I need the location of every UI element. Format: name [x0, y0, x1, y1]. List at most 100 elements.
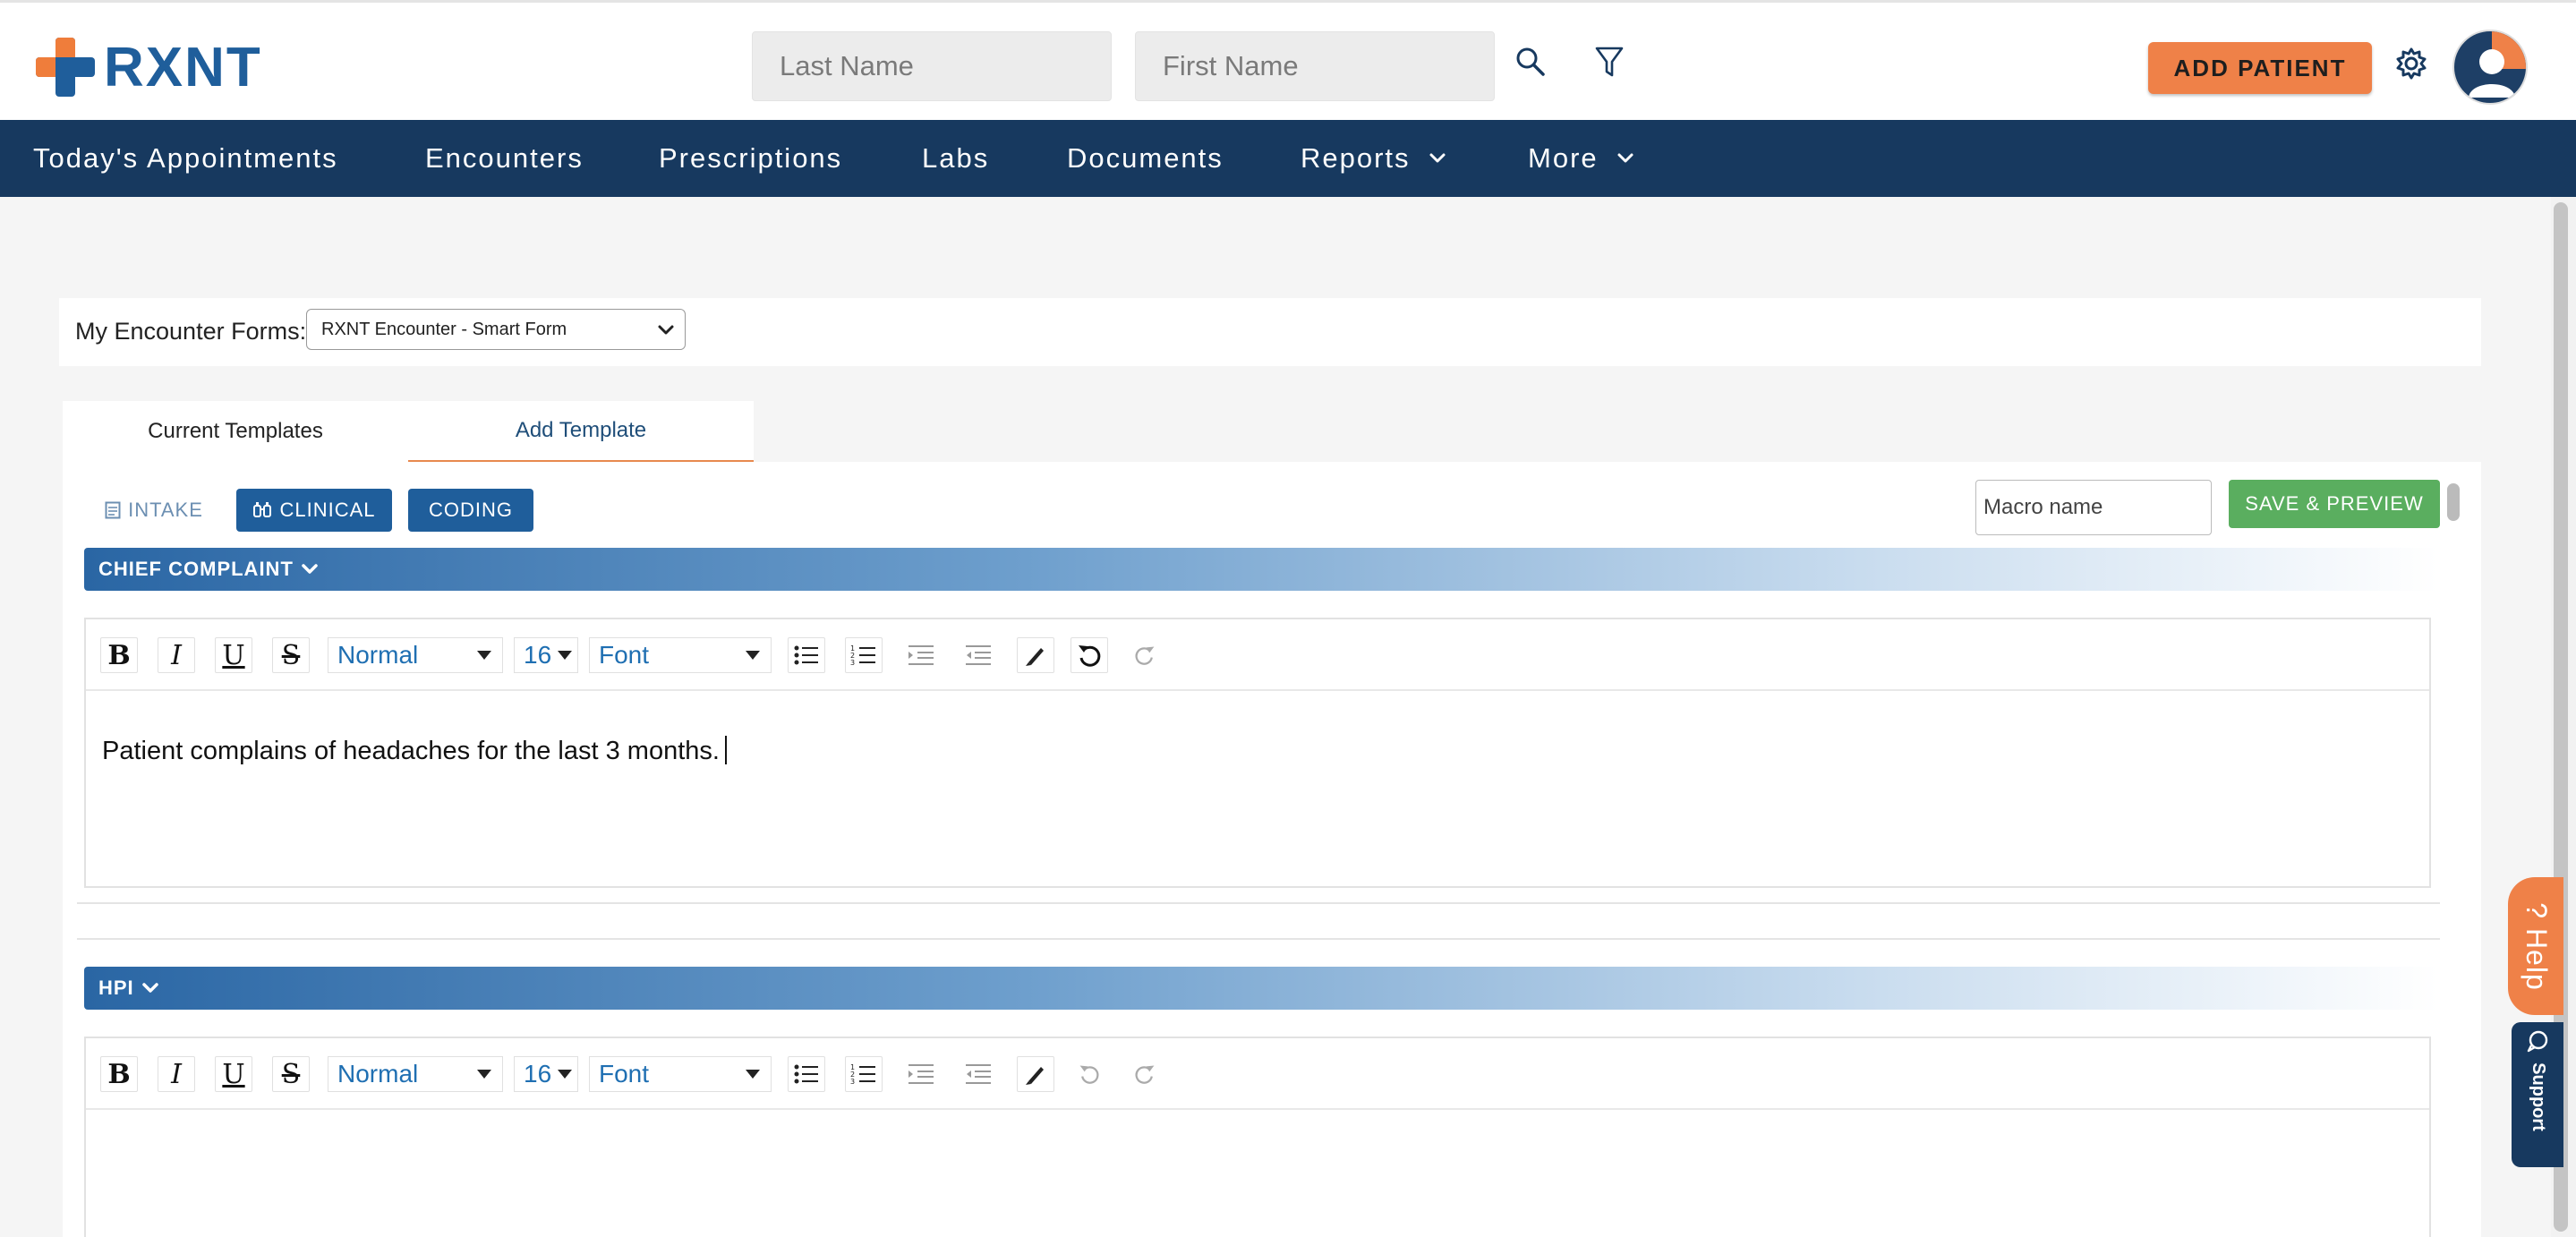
- encounter-forms-label: My Encounter Forms:: [75, 318, 307, 345]
- top-header: RXNT ADD PATIENT: [0, 0, 2576, 120]
- user-avatar[interactable]: [2452, 30, 2528, 105]
- add-patient-button[interactable]: ADD PATIENT: [2148, 42, 2372, 94]
- size-value: 16: [524, 1060, 552, 1088]
- numbered-list-icon[interactable]: 123: [845, 637, 883, 673]
- underline-button[interactable]: U: [215, 1056, 252, 1092]
- indent-icon[interactable]: [902, 1056, 940, 1092]
- underline-button[interactable]: U: [215, 637, 252, 673]
- chevron-down-icon: [1617, 153, 1633, 163]
- chief-complaint-text: Patient complains of headaches for the l…: [102, 737, 720, 765]
- font-family-dropdown[interactable]: Font: [589, 1056, 772, 1092]
- macro-name-input[interactable]: [1975, 480, 2212, 535]
- nav-label: Labs: [922, 142, 990, 174]
- section-title: HPI: [98, 977, 134, 999]
- highlighter-icon[interactable]: [1017, 637, 1054, 673]
- outdent-icon[interactable]: [960, 1056, 997, 1092]
- italic-button[interactable]: I: [158, 637, 195, 673]
- binoculars-icon: [253, 502, 272, 517]
- bold-button[interactable]: B: [100, 1056, 138, 1092]
- section-divider: [77, 902, 2440, 940]
- panel-scrollbar-thumb[interactable]: [2447, 483, 2460, 521]
- chevron-down-icon: [141, 983, 158, 993]
- nav-label: Today's Appointments: [33, 142, 338, 174]
- font-size-dropdown[interactable]: 16: [514, 637, 578, 673]
- nav-label: Encounters: [425, 142, 584, 174]
- nav-documents[interactable]: Documents: [1067, 120, 1224, 197]
- nav-label: More: [1528, 142, 1599, 174]
- intake-button[interactable]: INTAKE: [100, 489, 208, 532]
- chief-complaint-text-area[interactable]: Patient complains of headaches for the l…: [86, 691, 2429, 766]
- nav-reports[interactable]: Reports: [1301, 120, 1448, 197]
- nav-prescriptions[interactable]: Prescriptions: [659, 120, 842, 197]
- hpi-text-area[interactable]: [86, 1110, 2429, 1155]
- support-label: Support: [2528, 1062, 2548, 1131]
- svg-text:3: 3: [850, 659, 855, 667]
- undo-icon[interactable]: [1070, 637, 1108, 673]
- strikethrough-button[interactable]: S: [272, 637, 310, 673]
- nav-label: Reports: [1301, 142, 1411, 174]
- italic-button[interactable]: I: [158, 1056, 195, 1092]
- bold-button[interactable]: B: [100, 637, 138, 673]
- last-name-input[interactable]: [752, 31, 1112, 101]
- encounter-form-selected: RXNT Encounter - Smart Form: [321, 319, 567, 339]
- redo-icon[interactable]: [1126, 637, 1164, 673]
- hpi-header[interactable]: HPI: [84, 967, 2438, 1010]
- highlighter-icon[interactable]: [1017, 1056, 1054, 1092]
- nav-encounters[interactable]: Encounters: [425, 120, 584, 197]
- clinical-label: CLINICAL: [279, 499, 376, 521]
- paragraph-style-dropdown[interactable]: Normal: [328, 1056, 503, 1092]
- svg-text:3: 3: [850, 1078, 855, 1086]
- outdent-icon[interactable]: [960, 637, 997, 673]
- font-family-dropdown[interactable]: Font: [589, 637, 772, 673]
- chief-complaint-header[interactable]: CHIEF COMPLAINT: [84, 548, 2438, 591]
- encounter-forms-bar: My Encounter Forms: RXNT Encounter - Sma…: [59, 298, 2481, 366]
- first-name-input[interactable]: [1135, 31, 1495, 101]
- nav-more[interactable]: More: [1528, 120, 1636, 197]
- intake-label: INTAKE: [128, 499, 203, 521]
- font-value: Font: [599, 1060, 650, 1088]
- font-size-dropdown[interactable]: 16: [514, 1056, 578, 1092]
- editor-toolbar: B I U S Normal 16 Font 123: [86, 1038, 2429, 1110]
- editor-toolbar: B I U S Normal 16 Font 123: [86, 619, 2429, 691]
- chevron-down-icon: [1429, 153, 1446, 163]
- filter-icon[interactable]: [1591, 44, 1627, 81]
- logo-cross-icon: [36, 38, 95, 97]
- chat-bubble-icon: [2527, 1030, 2548, 1053]
- style-value: Normal: [337, 641, 419, 669]
- main-nav: Today's Appointments Encounters Prescrip…: [0, 120, 2576, 197]
- size-value: 16: [524, 641, 552, 669]
- text-cursor: [724, 736, 727, 764]
- clinical-button[interactable]: CLINICAL: [236, 489, 392, 532]
- template-tabs: Current Templates Add Template: [63, 401, 754, 462]
- bullet-list-icon[interactable]: [788, 1056, 825, 1092]
- encounter-form-select[interactable]: RXNT Encounter - Smart Form: [306, 309, 686, 350]
- redo-icon[interactable]: [1126, 1056, 1164, 1092]
- hpi-editor: B I U S Normal 16 Font 123: [84, 1037, 2431, 1237]
- nav-label: Documents: [1067, 142, 1224, 174]
- nav-labs[interactable]: Labs: [922, 120, 989, 197]
- style-value: Normal: [337, 1060, 419, 1088]
- paragraph-style-dropdown[interactable]: Normal: [328, 637, 503, 673]
- indent-icon[interactable]: [902, 637, 940, 673]
- tab-current-templates[interactable]: Current Templates: [63, 401, 408, 462]
- strikethrough-button[interactable]: S: [272, 1056, 310, 1092]
- help-tab[interactable]: ? Help: [2508, 877, 2563, 1015]
- undo-icon[interactable]: [1070, 1056, 1108, 1092]
- font-value: Font: [599, 641, 650, 669]
- tab-add-template[interactable]: Add Template: [408, 401, 754, 462]
- nav-label: Prescriptions: [659, 142, 843, 174]
- coding-button[interactable]: CODING: [408, 489, 533, 532]
- chevron-down-icon: [658, 325, 674, 335]
- logo-text: RXNT: [104, 36, 262, 98]
- help-label: ? Help: [2520, 901, 2553, 991]
- save-preview-button[interactable]: SAVE & PREVIEW: [2229, 480, 2440, 528]
- gear-icon[interactable]: [2392, 44, 2431, 83]
- nav-todays-appointments[interactable]: Today's Appointments: [33, 120, 338, 197]
- search-icon[interactable]: [1513, 44, 1548, 80]
- rxnt-logo[interactable]: RXNT: [36, 35, 262, 99]
- support-tab[interactable]: Support: [2512, 1022, 2563, 1167]
- section-title: CHIEF COMPLAINT: [98, 558, 294, 580]
- numbered-list-icon[interactable]: 123: [845, 1056, 883, 1092]
- chief-complaint-editor: B I U S Normal 16 Font 123 Patient compl…: [84, 618, 2431, 888]
- bullet-list-icon[interactable]: [788, 637, 825, 673]
